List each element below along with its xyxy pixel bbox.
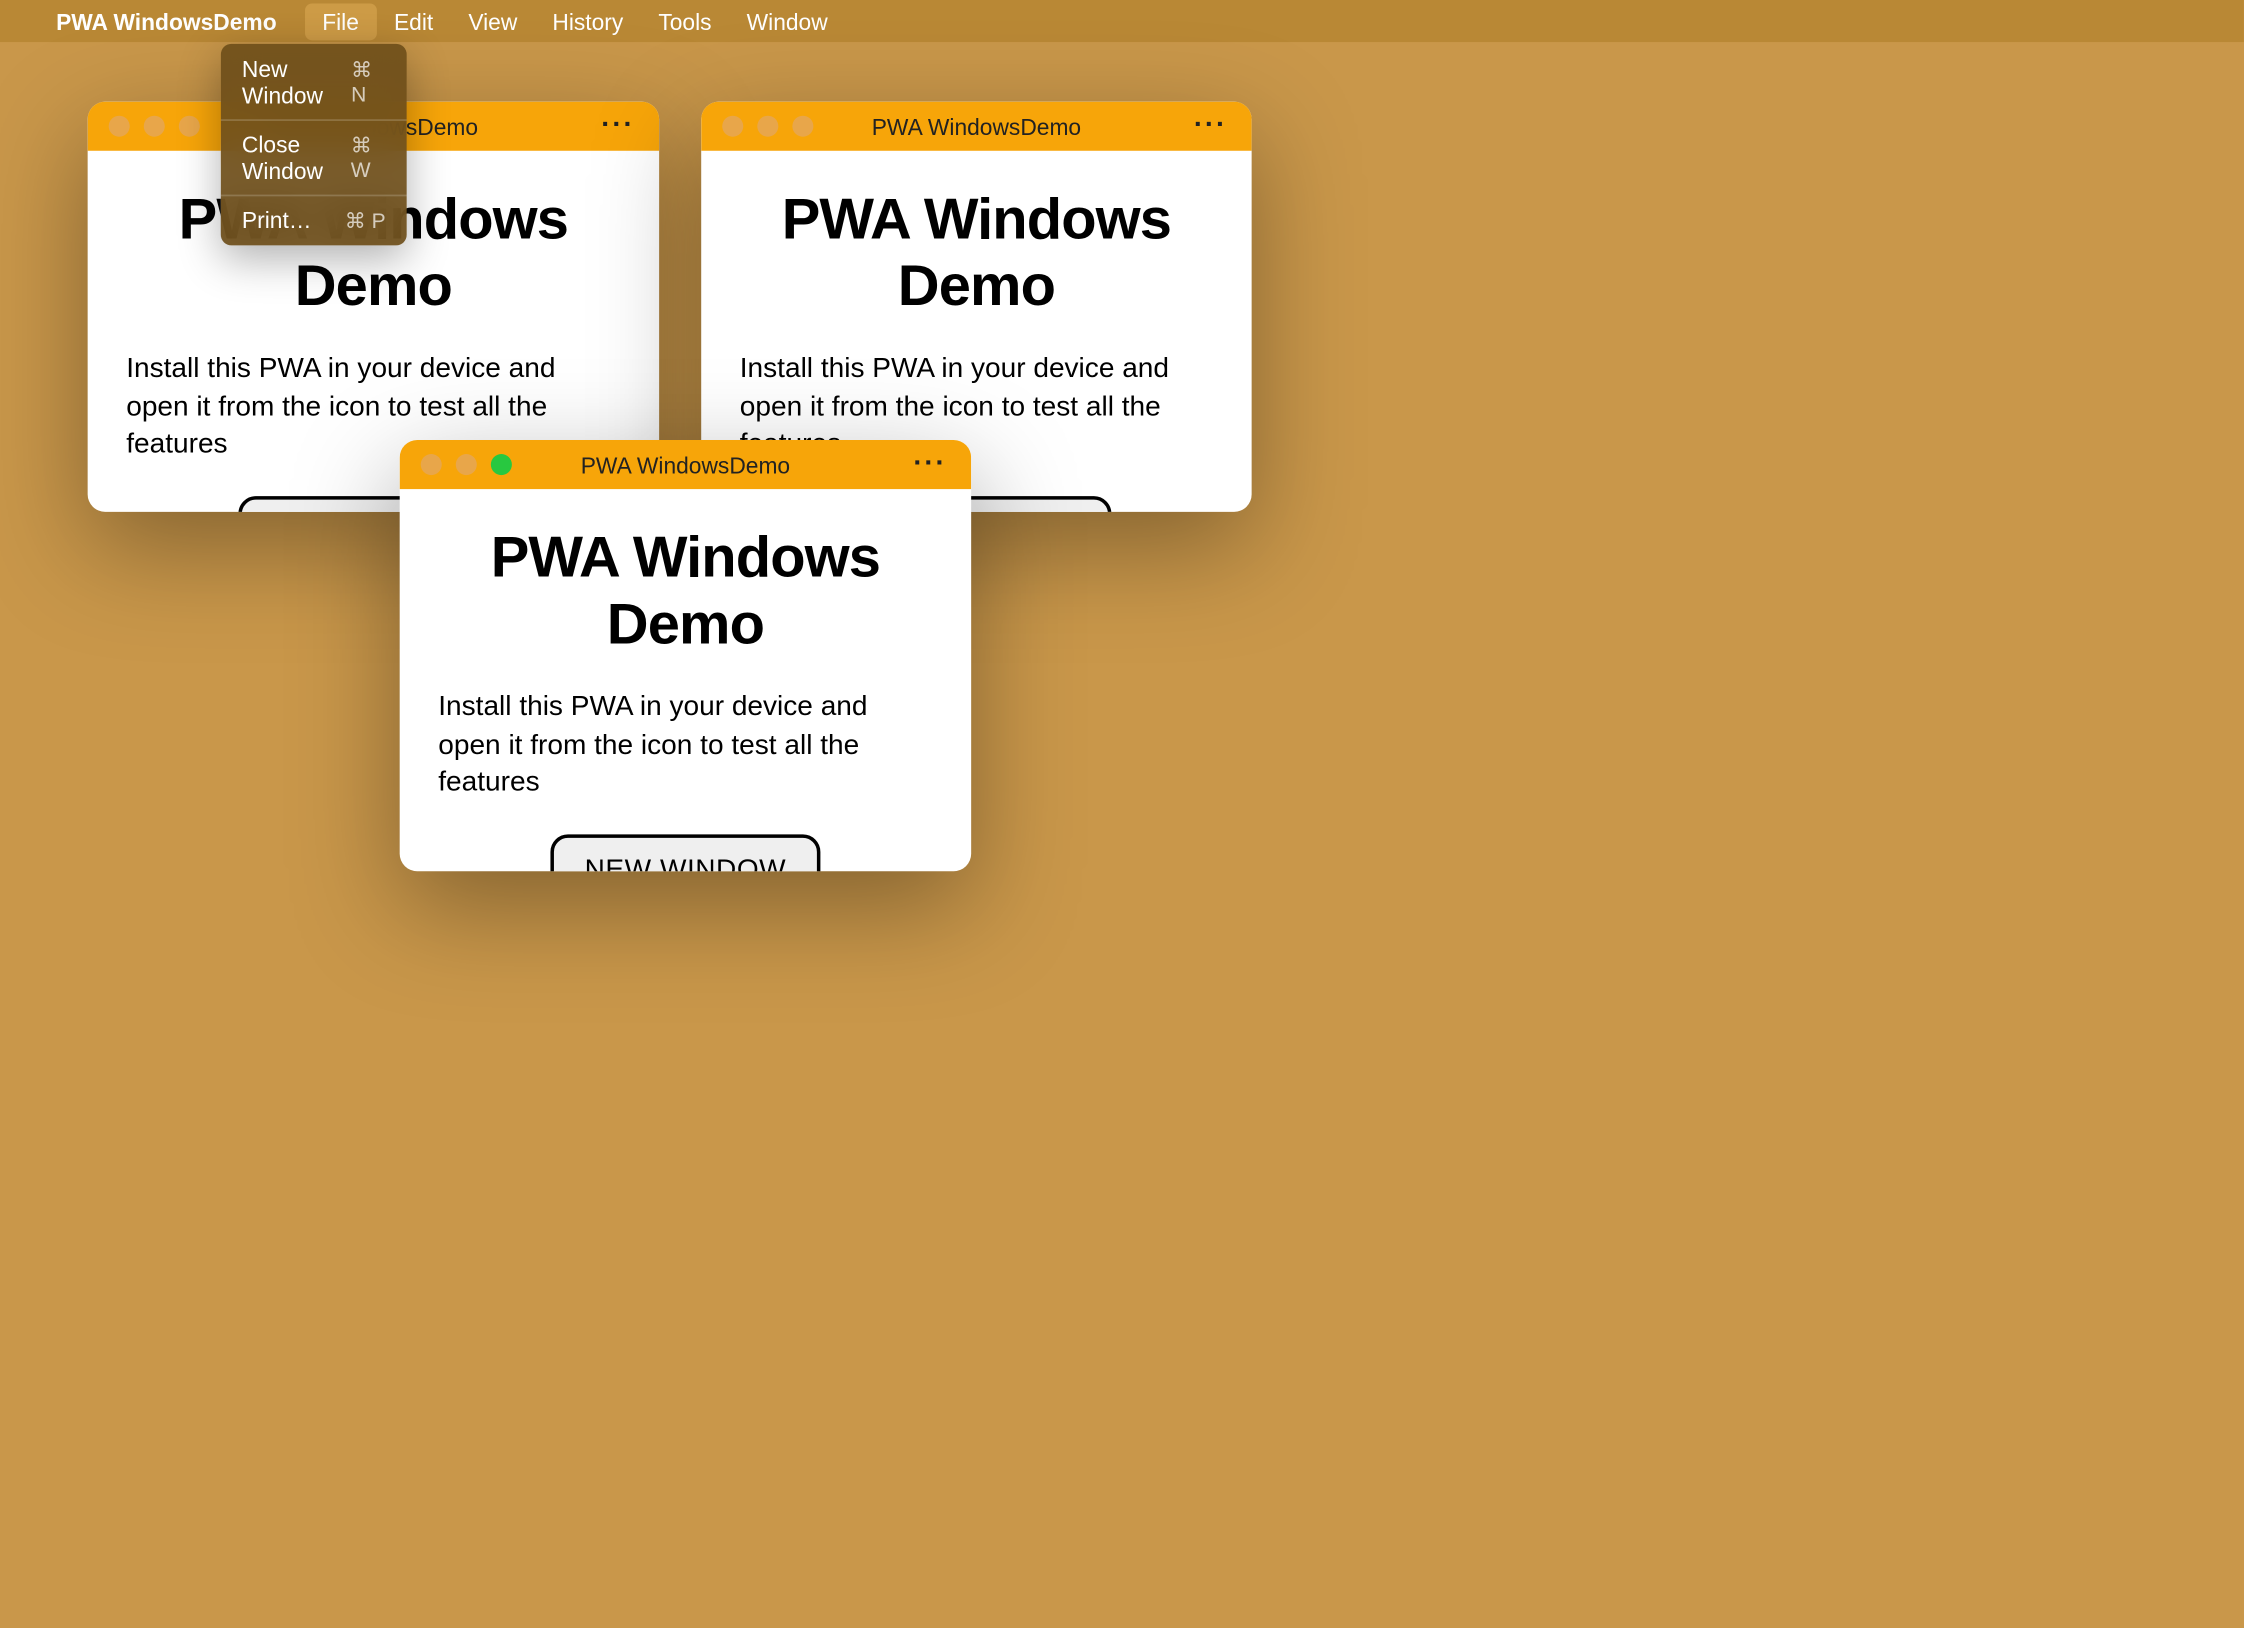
menu-window[interactable]: Window xyxy=(729,3,845,40)
menu-edit[interactable]: Edit xyxy=(376,3,450,40)
dropdown-new-window[interactable]: New Window ⌘ N xyxy=(221,51,407,114)
window-body: PWA Windows Demo Install this PWA in you… xyxy=(400,489,971,871)
dropdown-item-label: Print… xyxy=(242,207,312,233)
page-description: Install this PWA in your device and open… xyxy=(438,689,932,803)
close-button[interactable] xyxy=(421,454,442,475)
traffic-lights xyxy=(400,454,512,475)
app-window: PWA WindowsDemo ··· PWA Windows Demo Ins… xyxy=(400,440,971,871)
button-grid: NEW WINDOW IN-APP BROWSER MOVE TO TOP CE… xyxy=(438,834,932,871)
window-more-icon[interactable]: ··· xyxy=(913,449,946,481)
dropdown-print[interactable]: Print… ⌘ P xyxy=(221,202,407,239)
dropdown-item-shortcut: ⌘ W xyxy=(351,133,386,182)
dropdown-item-label: New Window xyxy=(242,56,351,109)
minimize-button[interactable] xyxy=(757,116,778,137)
new-window-button[interactable]: NEW WINDOW xyxy=(550,834,822,871)
traffic-lights xyxy=(88,116,200,137)
page-title: PWA Windows Demo xyxy=(438,524,932,657)
dropdown-separator xyxy=(221,119,407,121)
close-button[interactable] xyxy=(722,116,743,137)
menu-history[interactable]: History xyxy=(535,3,641,40)
window-more-icon[interactable]: ··· xyxy=(601,110,634,142)
titlebar[interactable]: PWA WindowsDemo ··· xyxy=(400,440,971,489)
menubar-app-name[interactable]: PWA WindowsDemo xyxy=(46,3,288,40)
menu-view[interactable]: View xyxy=(451,3,535,40)
maximize-button[interactable] xyxy=(179,116,200,137)
dropdown-item-shortcut: ⌘ P xyxy=(345,208,386,233)
close-button[interactable] xyxy=(109,116,130,137)
minimize-button[interactable] xyxy=(456,454,477,475)
dropdown-separator xyxy=(221,195,407,197)
minimize-button[interactable] xyxy=(144,116,165,137)
maximize-button[interactable] xyxy=(491,454,512,475)
menu-tools[interactable]: Tools xyxy=(641,3,729,40)
menubar: PWA WindowsDemo File Edit View History T… xyxy=(0,0,2244,42)
window-more-icon[interactable]: ··· xyxy=(1194,110,1227,142)
dropdown-close-window[interactable]: Close Window ⌘ W xyxy=(221,126,407,189)
page-title: PWA Windows Demo xyxy=(740,186,1213,319)
maximize-button[interactable] xyxy=(792,116,813,137)
titlebar[interactable]: PWA WindowsDemo ··· xyxy=(701,102,1251,151)
dropdown-item-label: Close Window xyxy=(242,131,351,184)
menu-file[interactable]: File xyxy=(305,3,377,40)
file-dropdown: New Window ⌘ N Close Window ⌘ W Print… ⌘… xyxy=(221,44,407,246)
dropdown-item-shortcut: ⌘ N xyxy=(351,58,386,107)
traffic-lights xyxy=(701,116,813,137)
